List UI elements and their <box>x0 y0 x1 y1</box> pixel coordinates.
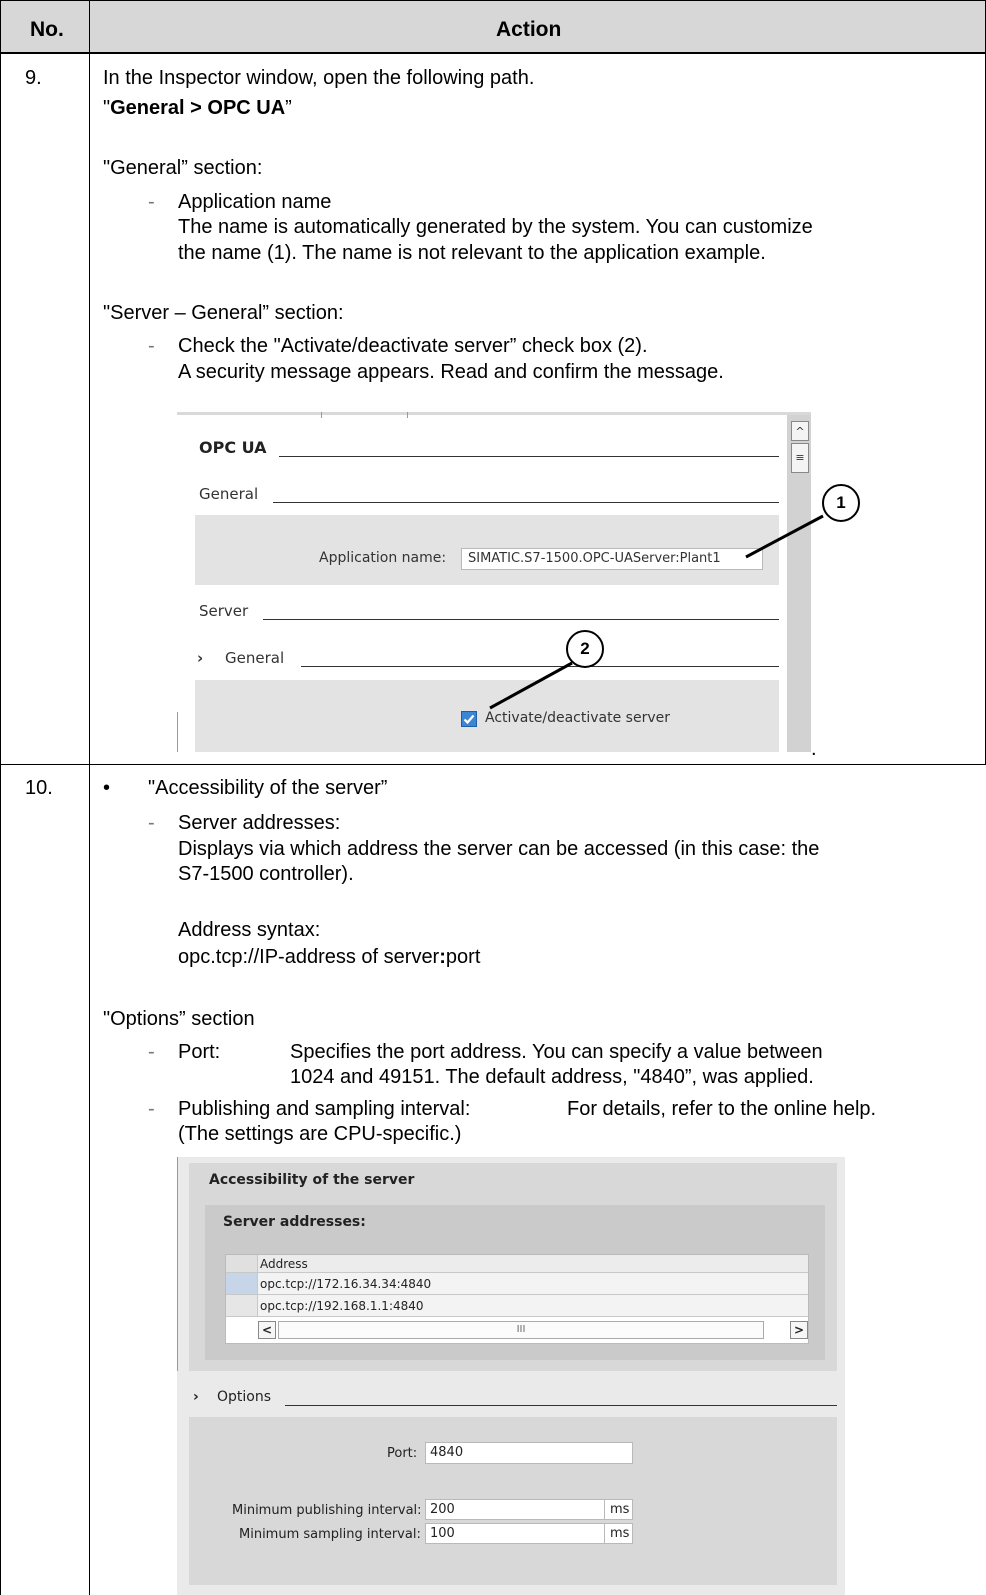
callout-1: 1 <box>822 484 860 522</box>
port-desc-1: Specifies the port address. You can spec… <box>290 1041 823 1063</box>
options-heading: Options <box>217 1389 272 1405</box>
dash: - <box>148 1041 155 1063</box>
address-cell[interactable]: opc.tcp://192.168.1.1:4840 <box>260 1299 424 1313</box>
port-desc-2: 1024 and 49151. The default address, "48… <box>290 1066 814 1088</box>
port-label: Port: <box>387 1446 418 1461</box>
dash: - <box>148 1098 155 1120</box>
address-cell[interactable]: opc.tcp://172.16.34.34:4840 <box>260 1277 431 1291</box>
ms-unit: ms <box>610 1526 630 1541</box>
bullet: • <box>103 777 111 799</box>
server-addresses-heading: Server addresses: <box>223 1214 366 1230</box>
min-publishing-input[interactable]: 200 ms <box>425 1499 633 1520</box>
port-item: Port: <box>178 1041 221 1063</box>
publish-note: (The settings are CPU-specific.) <box>178 1123 462 1145</box>
min-sampling-label: Minimum sampling interval: <box>239 1527 421 1542</box>
address-syntax: opc.tcp://IP-address of server:port <box>178 946 481 968</box>
scroll-right-icon[interactable]: > <box>790 1321 808 1339</box>
scroll-thumb[interactable]: III <box>278 1321 764 1339</box>
address-column-header: Address <box>260 1257 308 1271</box>
horizontal-scrollbar[interactable]: < III > <box>258 1321 808 1339</box>
publish-item: Publishing and sampling interval: <box>178 1098 471 1120</box>
scroll-left-icon[interactable]: < <box>258 1321 276 1339</box>
accessibility-heading: "Accessibility of the server” <box>148 777 388 799</box>
step-number-10: 10. <box>25 777 53 799</box>
address-syntax-label: Address syntax: <box>178 919 321 941</box>
server-addresses-item: Server addresses: <box>178 812 341 834</box>
server-addresses-desc-1: Displays via which address the server ca… <box>178 838 820 860</box>
accessibility-panel-heading: Accessibility of the server <box>209 1172 415 1188</box>
options-section-heading: "Options” section <box>103 1008 255 1030</box>
port-input[interactable]: 4840 <box>425 1442 633 1464</box>
trailing-dot: . <box>811 738 817 760</box>
dash: - <box>148 812 155 834</box>
publish-desc: For details, refer to the online help. <box>567 1098 877 1120</box>
address-table: Address opc.tcp://172.16.34.34:4840 opc.… <box>225 1254 809 1344</box>
min-publishing-label: Minimum publishing interval: <box>232 1503 422 1518</box>
ms-unit: ms <box>610 1502 630 1517</box>
callout-lines <box>489 514 824 710</box>
chevron-right-icon[interactable]: › <box>193 1389 199 1405</box>
callout-2: 2 <box>566 630 604 668</box>
min-sampling-input[interactable]: 100 ms <box>425 1523 633 1544</box>
accessibility-screenshot: Accessibility of the server Server addre… <box>177 1157 845 1595</box>
server-addresses-desc-2: S7-1500 controller). <box>178 863 354 885</box>
